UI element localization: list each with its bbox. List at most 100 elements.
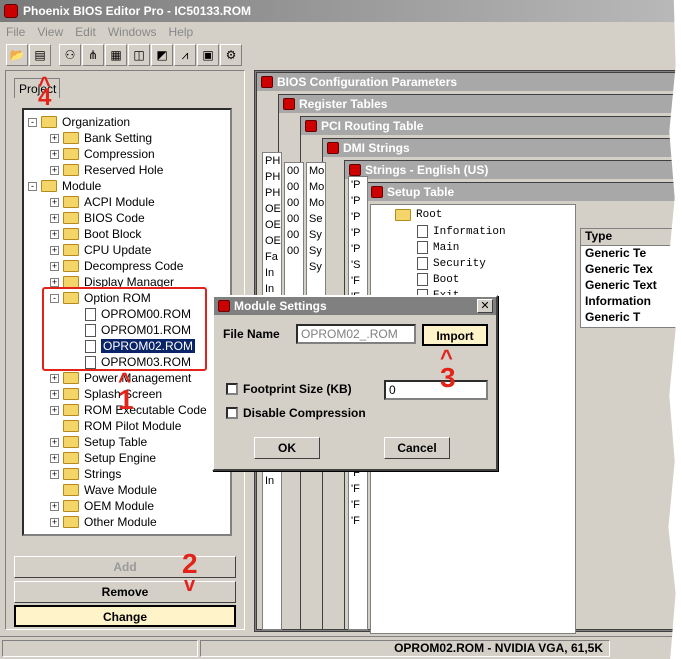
expand-icon[interactable]: + [50, 517, 59, 527]
expand-icon[interactable]: + [50, 229, 59, 239]
disable-compression-checkbox[interactable] [226, 407, 238, 419]
expand-icon[interactable]: + [50, 453, 59, 463]
tree-item-label: Boot Block [84, 227, 142, 241]
expand-icon[interactable]: + [50, 437, 59, 447]
list-item[interactable]: Generic Text [581, 278, 680, 294]
table-cell: 'P [351, 243, 361, 255]
setup-type-list[interactable]: Type Generic Te Generic Tex Generic Text… [580, 228, 681, 328]
folder-icon [63, 468, 79, 480]
table-cell: Mo [309, 165, 325, 177]
expand-icon[interactable]: + [50, 389, 59, 399]
expand-icon[interactable]: + [50, 261, 59, 271]
disable-compression-label: Disable Compression [243, 406, 366, 420]
tree-item[interactable]: + Splash Screen [50, 386, 162, 402]
import-button[interactable]: Import [422, 324, 488, 346]
menu-windows[interactable]: Windows [102, 25, 163, 39]
menu-edit[interactable]: Edit [69, 25, 102, 39]
tree-item[interactable]: + Other Module [50, 514, 157, 530]
module-icon[interactable]: ▦ [105, 44, 127, 66]
tree-item[interactable]: ROM Pilot Module [50, 418, 181, 434]
folder-icon [63, 484, 79, 496]
split-icon[interactable]: ◫ [128, 44, 150, 66]
list-item[interactable]: Generic Tex [581, 262, 680, 278]
tree-item-label: Decompress Code [84, 259, 184, 273]
tree-item[interactable]: + CPU Update [50, 242, 151, 258]
add-button[interactable]: Add [14, 556, 236, 578]
expand-icon[interactable]: + [50, 165, 59, 175]
expand-icon[interactable]: + [50, 213, 59, 223]
list-item[interactable]: Information [581, 294, 680, 310]
collapse-icon[interactable]: - [28, 117, 37, 127]
table-cell: 'P [351, 195, 361, 207]
tree-item[interactable]: + Strings [50, 466, 121, 482]
setup-root-item[interactable]: Root [395, 209, 442, 221]
setup-tree-item[interactable]: Boot [417, 273, 459, 286]
menu-file[interactable]: File [0, 25, 31, 39]
table-cell: OE [265, 235, 281, 247]
tree-icon[interactable]: ⋔ [82, 44, 104, 66]
folder-icon [63, 260, 79, 272]
cancel-button[interactable]: Cancel [384, 437, 450, 459]
expand-icon[interactable]: + [50, 405, 59, 415]
tree-item[interactable]: - Organization [28, 114, 130, 130]
open-folder-icon[interactable]: 📂 [6, 44, 28, 66]
file-name-field[interactable]: OPROM02_.ROM [296, 324, 416, 344]
resistor-icon[interactable]: ⩘ [174, 44, 196, 66]
expand-icon[interactable]: + [50, 245, 59, 255]
table-cell: 'F [351, 515, 360, 527]
remove-button[interactable]: Remove [14, 581, 236, 603]
expand-icon[interactable]: + [50, 277, 59, 287]
option-rom-highlight [42, 287, 207, 371]
tree-item[interactable]: + BIOS Code [50, 210, 145, 226]
table-cell: PH [265, 171, 281, 183]
footprint-field[interactable]: 0 [384, 380, 488, 400]
pci-routing-icon [305, 120, 317, 132]
expand-icon[interactable]: + [50, 133, 59, 143]
folder-icon [41, 116, 57, 128]
tree-item[interactable]: + OEM Module [50, 498, 154, 514]
list-item[interactable]: Generic Te [581, 246, 680, 262]
table-cell: Sy [309, 245, 322, 257]
close-button[interactable]: ✕ [477, 299, 493, 313]
tree-item[interactable]: + Setup Engine [50, 450, 156, 466]
tree-item[interactable]: + Decompress Code [50, 258, 183, 274]
tree-item[interactable]: Wave Module [50, 482, 157, 498]
tree-item[interactable]: + Setup Table [50, 434, 147, 450]
setup-tree-item[interactable]: Information [417, 225, 506, 238]
edit-icon[interactable]: ◩ [151, 44, 173, 66]
tree-item[interactable]: + Boot Block [50, 226, 141, 242]
dialog-title-bar: Module Settings [214, 297, 496, 315]
tree-item[interactable]: + ACPI Module [50, 194, 155, 210]
menu-view[interactable]: View [31, 25, 69, 39]
save-icon[interactable]: ▤ [29, 44, 51, 66]
table-cell: Fa [265, 251, 278, 263]
expand-icon[interactable]: + [50, 197, 59, 207]
tree-item[interactable]: - Module [28, 178, 101, 194]
setup-tree-item[interactable]: Main [417, 241, 459, 254]
network-icon[interactable]: ⚇ [59, 44, 81, 66]
folder-icon [63, 452, 79, 464]
tree-item[interactable]: + Reserved Hole [50, 162, 163, 178]
expand-icon[interactable]: + [50, 469, 59, 479]
folder-icon [63, 244, 79, 256]
list-item[interactable]: Generic T [581, 310, 680, 326]
expand-icon[interactable]: + [50, 149, 59, 159]
file-icon [417, 241, 428, 254]
menu-help[interactable]: Help [163, 25, 200, 39]
setup-tree-item[interactable]: Security [417, 257, 486, 270]
table-cell: In [265, 267, 275, 279]
table-cell: PH [265, 187, 281, 199]
tab-project[interactable]: Project [14, 78, 60, 98]
tree-item[interactable]: + Compression [50, 146, 155, 162]
file-icon [417, 273, 428, 286]
monitor-icon[interactable]: ▣ [197, 44, 219, 66]
tree-item[interactable]: + Bank Setting [50, 130, 152, 146]
ok-button[interactable]: OK [254, 437, 320, 459]
settings-icon[interactable]: ⚙ [220, 44, 242, 66]
register-bus-column: 00 00 00 00 00 00 [284, 162, 304, 302]
change-button[interactable]: Change [14, 605, 236, 627]
expand-icon[interactable]: + [50, 373, 59, 383]
collapse-icon[interactable]: - [28, 181, 37, 191]
footprint-checkbox[interactable] [226, 383, 238, 395]
expand-icon[interactable]: + [50, 501, 59, 511]
